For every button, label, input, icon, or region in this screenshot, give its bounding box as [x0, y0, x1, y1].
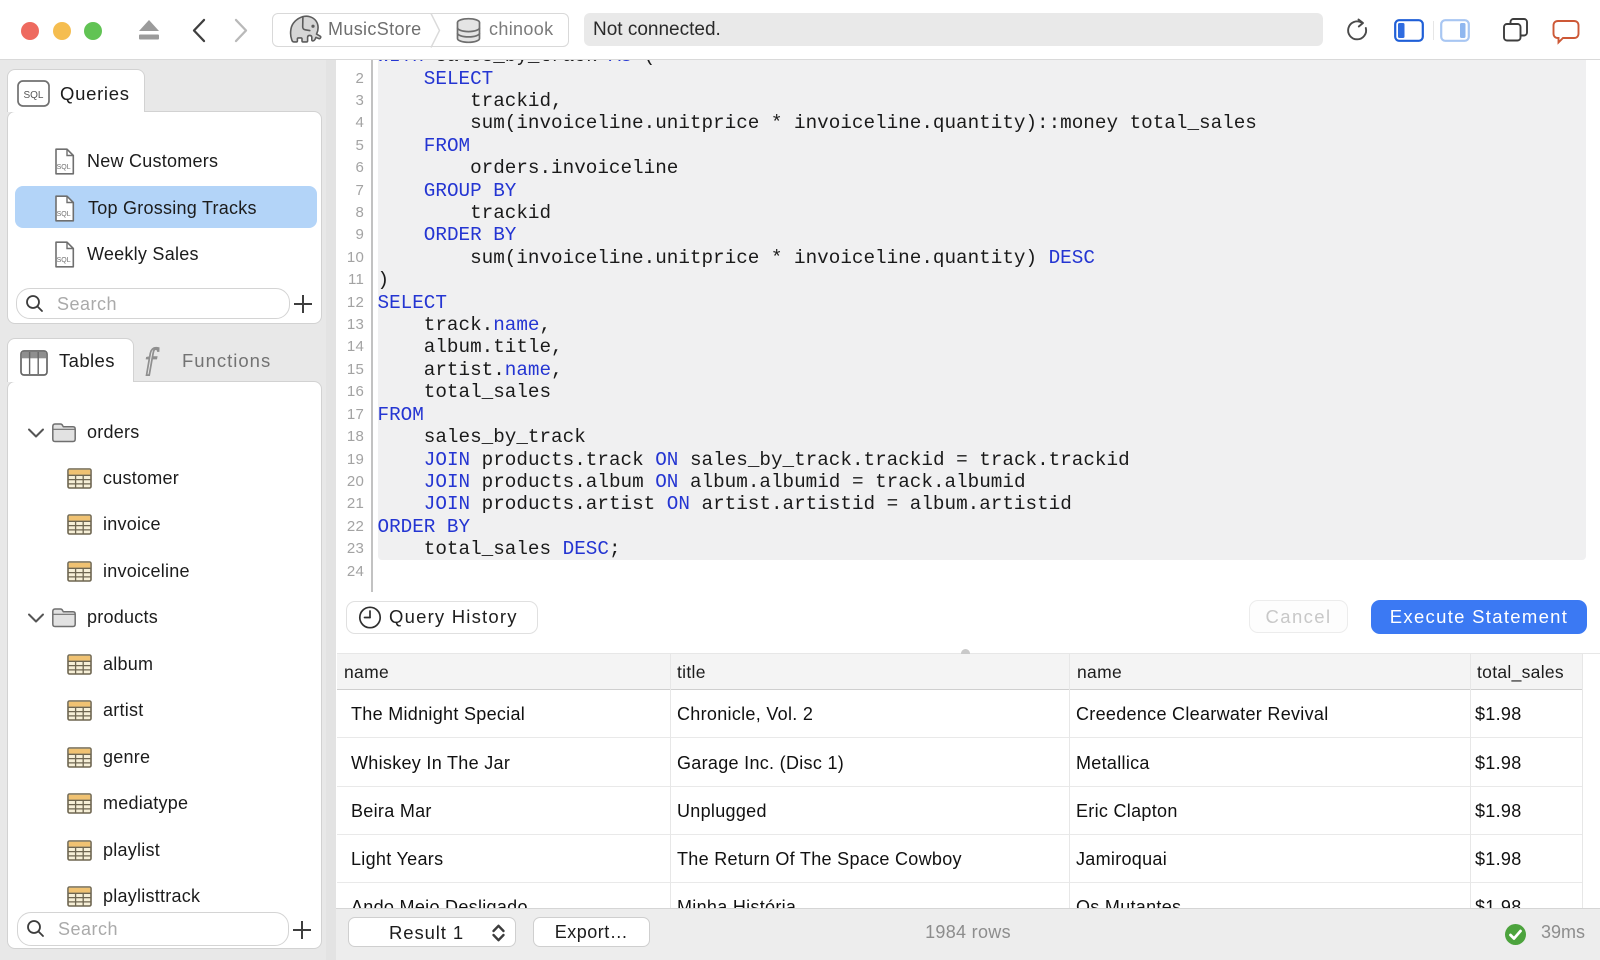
svg-text:SQL: SQL: [23, 90, 43, 101]
svg-text:SQL: SQL: [57, 211, 71, 218]
svg-text:SQL: SQL: [57, 257, 71, 264]
svg-text:SQL: SQL: [57, 164, 71, 171]
